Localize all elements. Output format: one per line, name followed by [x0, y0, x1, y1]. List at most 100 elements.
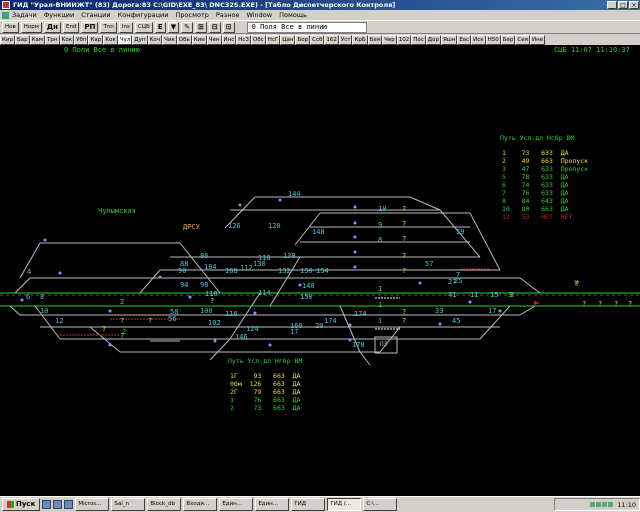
- menu-item[interactable]: Конфигурации: [118, 11, 169, 19]
- station-tab[interactable]: КрБ: [352, 34, 368, 45]
- taskbar-task[interactable]: ГИД: [291, 498, 326, 511]
- tray-icon[interactable]: [596, 502, 602, 507]
- tray-icon[interactable]: [590, 502, 596, 507]
- unknown-status-mark: ?: [102, 325, 107, 333]
- track-number: 126: [228, 222, 241, 230]
- task-list: Micros... Sai_n Block_db Входя... Един... Еди…: [73, 498, 398, 511]
- toolbar-button[interactable]: ✎: [181, 21, 194, 33]
- station-tab[interactable]: Пос: [411, 34, 426, 45]
- station-tab[interactable]: Инс: [221, 34, 237, 45]
- toolbar-button[interactable]: Ins: [118, 21, 133, 33]
- station-tab[interactable]: Ссб: [310, 34, 325, 45]
- track-number: 45: [452, 317, 461, 325]
- station-tab[interactable]: Чен: [206, 34, 222, 45]
- unknown-status-mark: ?: [614, 300, 619, 308]
- quicklaunch-icon[interactable]: [64, 500, 74, 509]
- toolbar-button[interactable]: Нов: [2, 21, 19, 33]
- track-number: 1: [378, 285, 383, 293]
- toolbar-button[interactable]: Е: [154, 21, 166, 33]
- station-tab[interactable]: Бер: [500, 34, 516, 45]
- station-tab[interactable]: Бар: [14, 34, 30, 45]
- taskbar-task[interactable]: Един...: [219, 498, 254, 511]
- station-tab[interactable]: Н50: [485, 34, 501, 45]
- toolbar-button[interactable]: ⊡: [222, 21, 235, 33]
- station-tab[interactable]: Цан: [280, 34, 296, 45]
- taskbar-task[interactable]: C:\...: [363, 498, 398, 511]
- info-table-row: 12 53 НЕТ НЕТ: [502, 213, 573, 221]
- station-tab[interactable]: Иск: [471, 34, 486, 45]
- quicklaunch-icon[interactable]: [53, 500, 63, 509]
- info-table-row: 2Г 79 663 ДА: [230, 388, 301, 396]
- taskbar-task[interactable]: ГИД (...: [327, 498, 362, 511]
- station-tab[interactable]: Кок: [59, 34, 75, 45]
- track-schematic[interactable]: 0 Поли Все в линию СЦБ 11:07 11:10:37 Чу…: [0, 45, 640, 496]
- station-tab[interactable]: Чер: [382, 34, 397, 45]
- track-number: 124: [246, 325, 259, 333]
- station-tab[interactable]: Коч: [147, 34, 163, 45]
- track-number: 1: [378, 301, 383, 309]
- station-tab[interactable]: Сея: [515, 34, 530, 45]
- toolbar-button[interactable]: Норм: [20, 21, 42, 33]
- info-table-row: 6 74 633 ДА: [502, 181, 569, 189]
- station-tab[interactable]: Кам: [29, 34, 46, 45]
- taskbar-task[interactable]: Micros...: [75, 498, 110, 511]
- station-tab[interactable]: Дор: [425, 34, 441, 45]
- station-tab[interactable]: Обс: [250, 34, 266, 45]
- menu-item[interactable]: Просмотр: [176, 11, 209, 19]
- minimize-button[interactable]: _: [607, 1, 617, 9]
- station-tab[interactable]: НсЗ: [236, 34, 251, 45]
- menu-item[interactable]: Разное: [216, 11, 240, 19]
- station-tab[interactable]: Трн: [45, 34, 60, 45]
- track-number: 58: [170, 308, 179, 316]
- document-icon[interactable]: [2, 11, 9, 19]
- station-tab[interactable]: Уст: [338, 34, 353, 45]
- taskbar-task[interactable]: Входя...: [183, 498, 218, 511]
- station-tab[interactable]: Бея: [367, 34, 383, 45]
- station-tab[interactable]: Кар: [88, 34, 104, 45]
- menu-item[interactable]: Функции: [44, 11, 75, 19]
- toolbar-button[interactable]: End: [62, 21, 80, 33]
- menu-item[interactable]: Задачи: [12, 11, 37, 19]
- track-number: 138: [283, 252, 296, 260]
- toolbar-button[interactable]: СЦБ: [134, 21, 153, 33]
- station-tab[interactable]: Кир: [0, 34, 15, 45]
- close-button[interactable]: ×: [629, 1, 639, 9]
- station-tab[interactable]: Бор: [295, 34, 311, 45]
- tray-icon[interactable]: [602, 502, 608, 507]
- station-tab[interactable]: Дуп: [132, 34, 148, 45]
- station-tab[interactable]: Яшн: [440, 34, 458, 45]
- quicklaunch-icon[interactable]: [42, 500, 52, 509]
- mode-status-field[interactable]: 0 Поля Все в линию: [246, 21, 367, 33]
- maximize-button[interactable]: □: [618, 1, 628, 9]
- taskbar-task[interactable]: Sai_n: [111, 498, 146, 511]
- track-number: 11: [470, 291, 479, 299]
- track-number: 90: [178, 267, 187, 275]
- toolbar-button[interactable]: Дн: [43, 21, 61, 33]
- toolbar-button[interactable]: ⊞: [195, 21, 207, 33]
- toolbar-button[interactable]: Тnп: [100, 21, 117, 33]
- station-tab[interactable]: Кок: [103, 34, 118, 45]
- menu-item[interactable]: Помощь: [279, 11, 307, 19]
- station-tab[interactable]: 102: [396, 34, 412, 45]
- toolbar-button[interactable]: ⊟: [208, 21, 221, 33]
- station-tab[interactable]: Евс: [457, 34, 472, 45]
- station-tab[interactable]: Ине: [529, 34, 546, 45]
- unknown-status-mark: ?: [120, 332, 125, 340]
- station-tab[interactable]: НсГ: [265, 34, 281, 45]
- station-tab[interactable]: Обь: [176, 34, 192, 45]
- menu-item[interactable]: Window: [246, 11, 272, 19]
- track-number: 100: [200, 307, 213, 315]
- toolbar-button[interactable]: РП: [81, 21, 99, 33]
- taskbar-task[interactable]: Block_db: [147, 498, 182, 511]
- start-button[interactable]: Пуск: [2, 498, 41, 511]
- tray-icon[interactable]: [608, 502, 614, 507]
- station-tab[interactable]: Кии: [191, 34, 207, 45]
- station-tab[interactable]: 162: [324, 34, 339, 45]
- station-tab[interactable]: Чул: [117, 34, 133, 45]
- taskbar-task[interactable]: Един...: [255, 498, 290, 511]
- station-tab[interactable]: Убп: [74, 34, 89, 45]
- station-tab[interactable]: Чик: [162, 34, 177, 45]
- unknown-status-mark: ?: [402, 220, 407, 228]
- toolbar-button[interactable]: ▼: [167, 21, 180, 33]
- menu-item[interactable]: Станции: [81, 11, 110, 19]
